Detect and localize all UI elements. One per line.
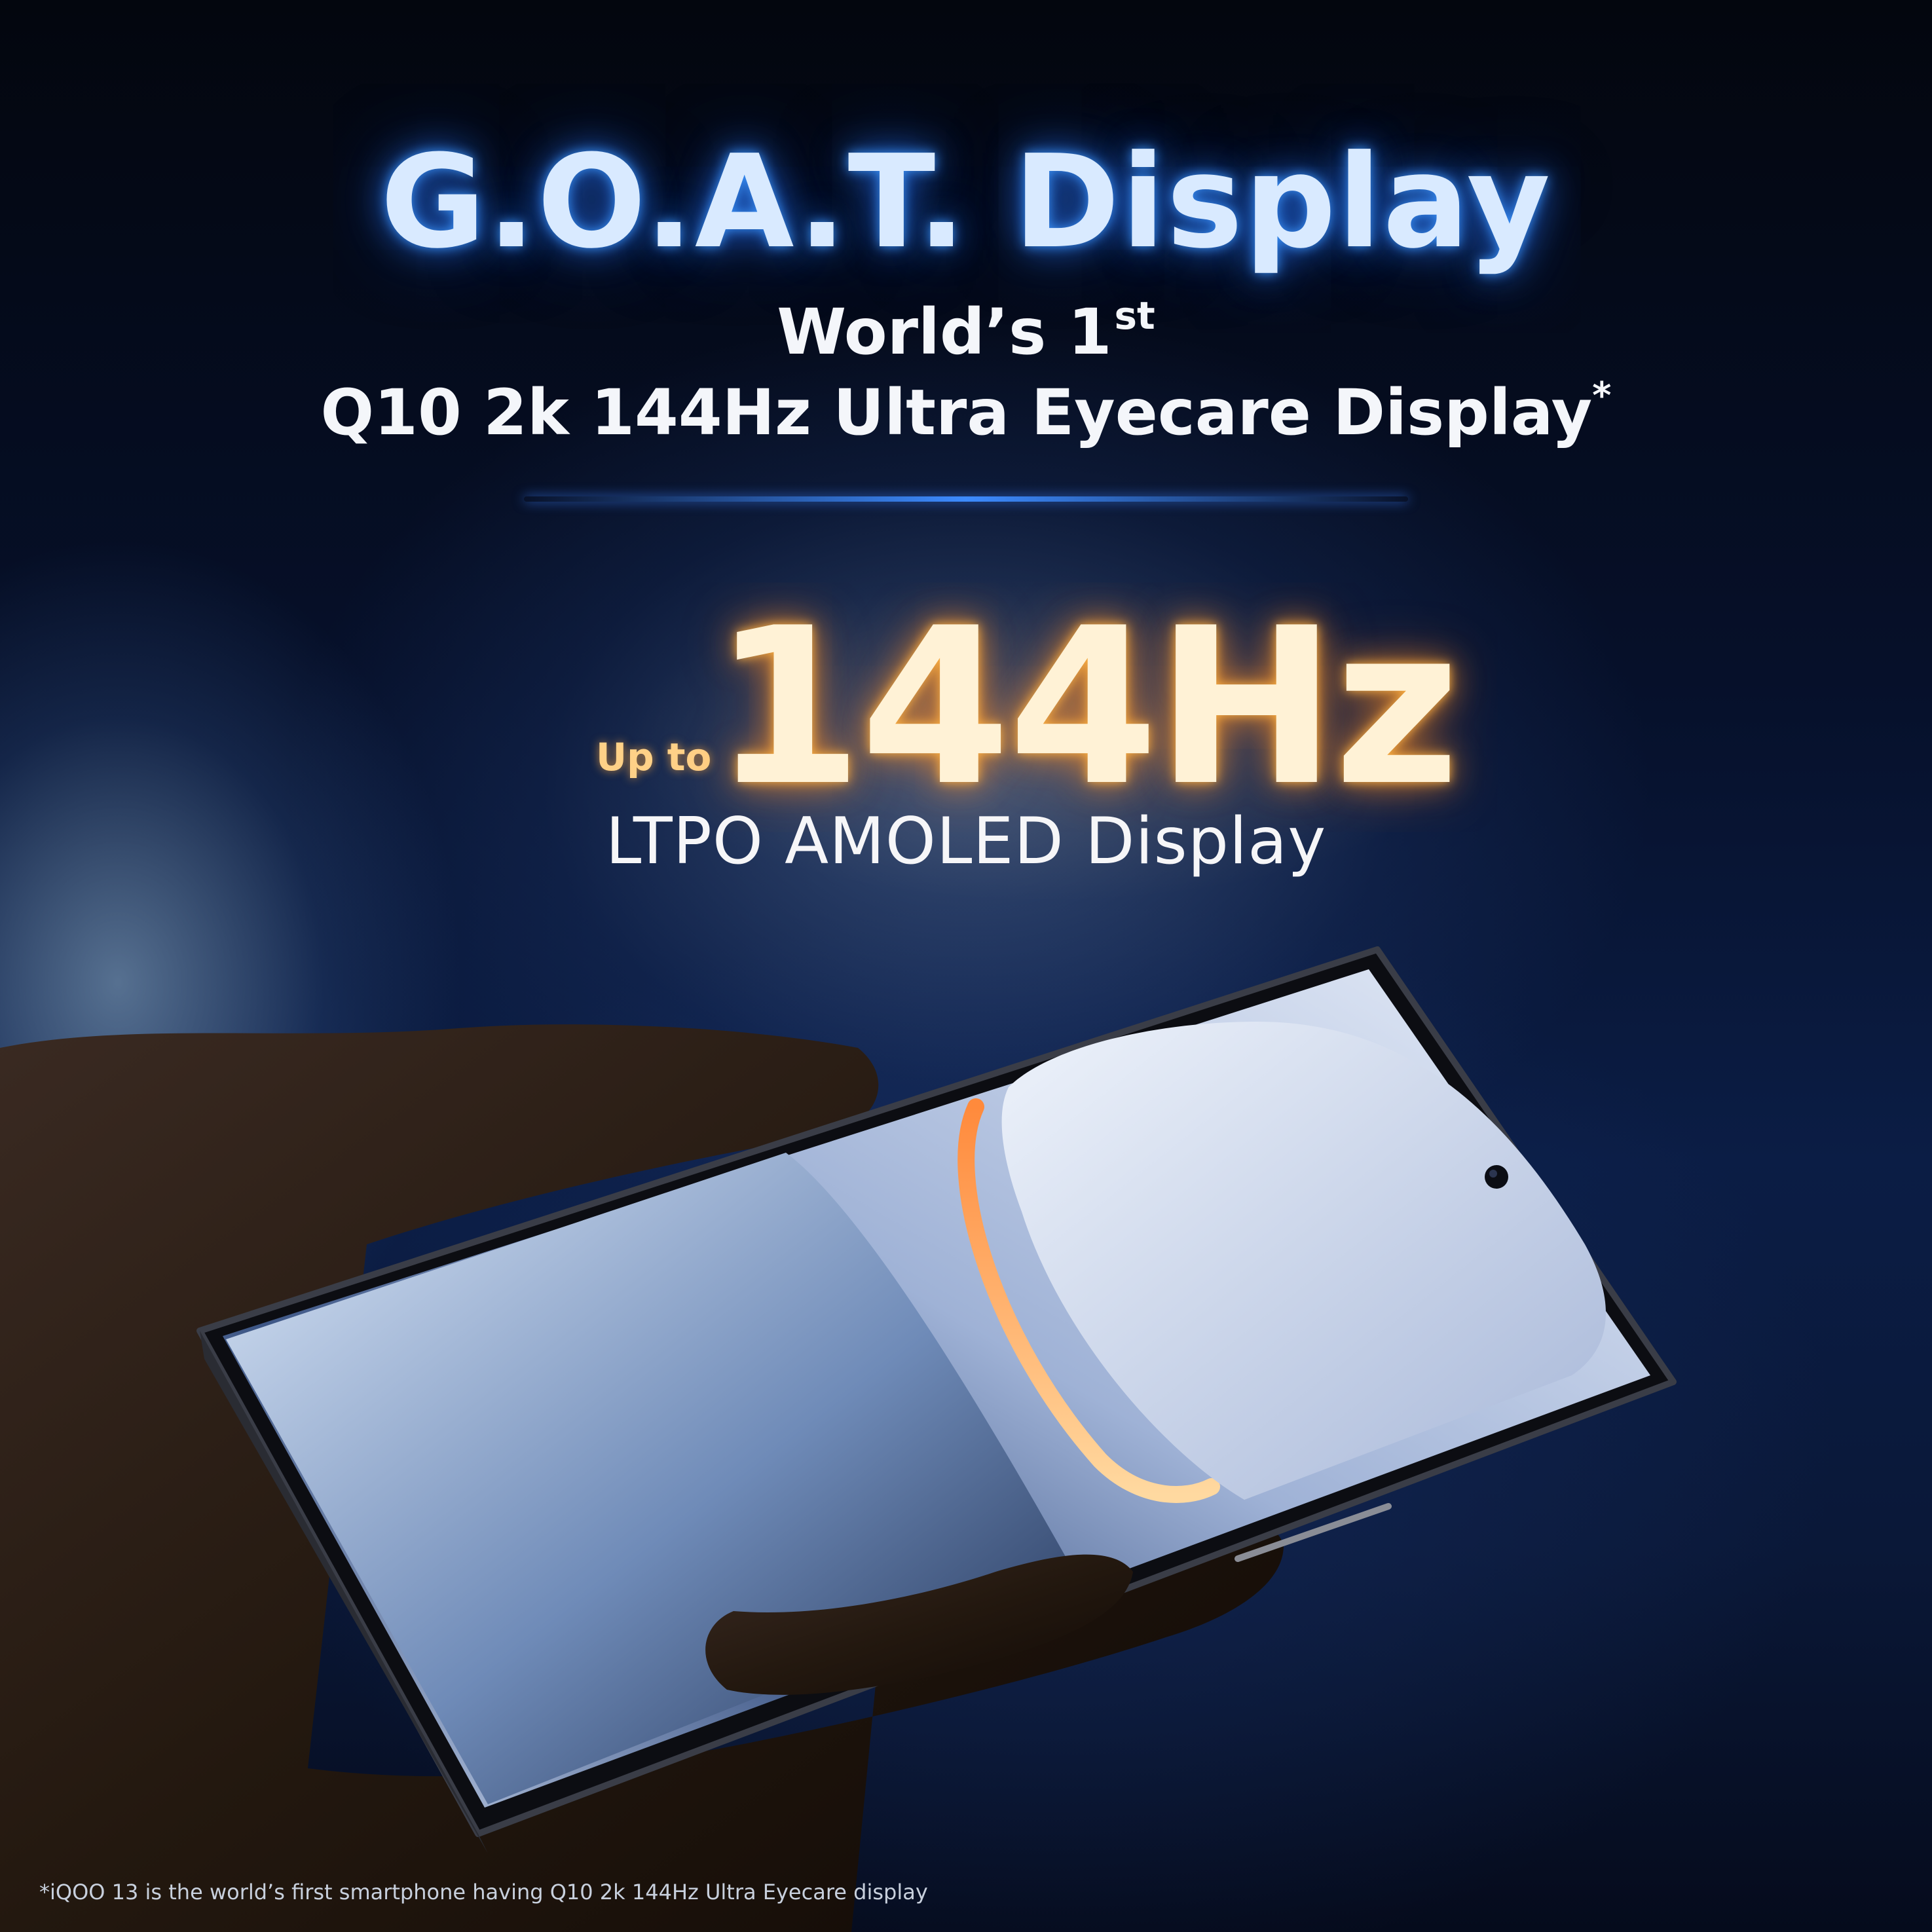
front-camera [1485,1165,1508,1189]
legal-footnote: *iQOO 13 is the world’s first smartphone… [39,1880,928,1904]
hand-holding-phone-illustration [0,946,1677,1932]
front-camera-lens [1489,1170,1497,1178]
